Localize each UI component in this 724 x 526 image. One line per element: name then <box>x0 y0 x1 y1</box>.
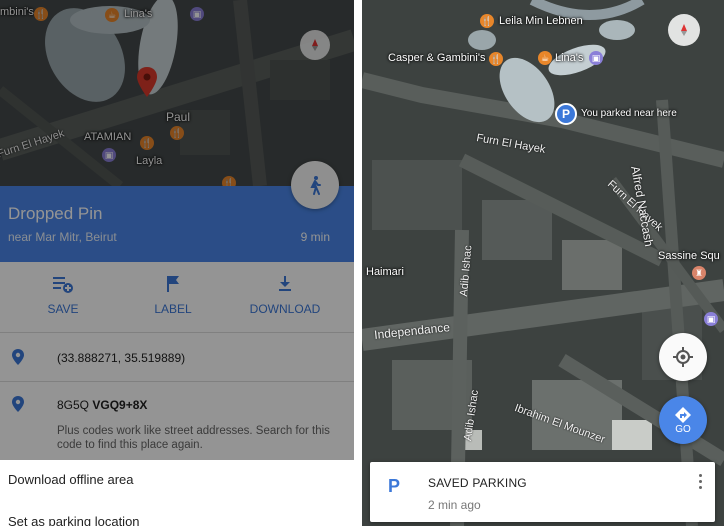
place-details-screen: mbini's 🍴 ☕ Lina's ▣ Paul 🍴 ATAMIAN 🍴 ▣ … <box>0 0 354 526</box>
label-button[interactable]: LABEL <box>128 274 218 316</box>
plus-code-row[interactable]: 8G5Q VGQ9+8X Plus codes work like street… <box>0 382 354 460</box>
landmark-icon[interactable]: ♜ <box>692 266 706 280</box>
parked-near-label: You parked near here <box>581 108 677 119</box>
map-label-casper: Casper & Gambini's <box>388 52 486 64</box>
compass-button[interactable] <box>668 14 700 46</box>
right-satellite-imagery <box>362 0 724 526</box>
parking-map-screen[interactable]: 🍴 Leila Min Lebnen Casper & Gambini's 🍴 … <box>362 0 724 526</box>
save-button[interactable]: SAVE <box>18 274 108 316</box>
coordinates-row[interactable]: (33.888271, 35.519889) <box>0 333 354 381</box>
download-button[interactable]: DOWNLOAD <box>240 274 330 316</box>
crosshair-icon <box>673 347 693 367</box>
left-map-view[interactable]: mbini's 🍴 ☕ Lina's ▣ Paul 🍴 ATAMIAN 🍴 ▣ … <box>0 0 354 186</box>
set-parking-location-option[interactable]: Set as parking location <box>8 514 140 526</box>
cafe-icon[interactable]: ☕ <box>538 51 552 65</box>
parking-icon: P <box>388 476 401 496</box>
map-label-linas: Lina's <box>555 52 584 64</box>
label-label: LABEL <box>154 302 192 316</box>
plus-code-prefix: 8G5Q <box>57 398 93 412</box>
action-bar: SAVE LABEL DOWNLOAD <box>0 262 354 332</box>
go-label: GO <box>675 423 691 435</box>
map-label-layla: Layla <box>136 155 163 167</box>
map-label-sassine: Sassine Squ <box>658 250 720 262</box>
cafe-icon[interactable]: ☕ <box>105 8 119 22</box>
parking-p-icon: P <box>561 107 570 121</box>
download-offline-area-option[interactable]: Download offline area <box>8 472 134 487</box>
restaurant-icon[interactable]: 🍴 <box>489 52 503 66</box>
download-icon <box>279 276 291 291</box>
compass-button[interactable] <box>300 30 330 60</box>
saved-parking-time: 2 min ago <box>428 498 481 512</box>
left-satellite-imagery <box>0 0 354 186</box>
go-button[interactable]: GO <box>659 396 707 444</box>
my-location-button[interactable] <box>659 333 707 381</box>
map-label-atamian: ATAMIAN <box>84 131 132 143</box>
restaurant-icon[interactable]: 🍴 <box>140 136 154 150</box>
saved-parking-title: SAVED PARKING <box>428 476 527 490</box>
compass-icon <box>681 24 687 36</box>
map-label-haimari: Haimari <box>366 266 404 278</box>
shopping-icon[interactable]: ▣ <box>190 7 204 21</box>
shopping-icon[interactable]: ▣ <box>102 148 116 162</box>
restaurant-icon[interactable]: 🍴 <box>170 126 184 140</box>
restaurant-icon[interactable]: 🍴 <box>480 14 494 28</box>
plus-code: 8G5Q VGQ9+8X <box>57 398 147 412</box>
shopping-icon[interactable]: ▣ <box>704 312 718 326</box>
dropped-pin-icon[interactable] <box>136 66 158 98</box>
saved-parking-card[interactable]: P SAVED PARKING 2 min ago <box>370 462 715 522</box>
save-list-icon <box>53 277 73 293</box>
map-label-paul: Paul <box>166 110 191 124</box>
save-label: SAVE <box>47 302 79 316</box>
options-sheet: Download offline area Set as parking loc… <box>0 460 354 526</box>
directions-icon <box>675 406 691 423</box>
location-pin-icon <box>12 349 24 365</box>
map-label-linas: Lina's <box>124 8 153 20</box>
directions-walk-button[interactable] <box>291 161 339 209</box>
restaurant-icon[interactable]: 🍴 <box>34 7 48 21</box>
compass-icon <box>312 39 318 51</box>
coordinates-text: (33.888271, 35.519889) <box>57 351 186 365</box>
plus-code-description: Plus codes work like street addresses. S… <box>57 425 330 451</box>
travel-time: 9 min <box>300 230 330 244</box>
walking-icon <box>310 176 321 195</box>
plus-code-bold: VGQ9+8X <box>92 398 148 412</box>
shopping-icon[interactable]: ▣ <box>589 51 603 65</box>
download-label: DOWNLOAD <box>249 302 321 316</box>
restaurant-icon[interactable]: 🍴 <box>222 176 236 186</box>
location-pin-icon <box>12 396 24 412</box>
flag-icon <box>167 276 179 292</box>
more-options-icon[interactable] <box>699 474 703 492</box>
map-label-casper-partial: mbini's <box>0 6 34 18</box>
map-label-leila: Leila Min Lebnen <box>499 15 583 27</box>
place-title: Dropped Pin <box>8 204 103 223</box>
parking-marker[interactable]: P <box>555 103 577 125</box>
place-subtitle: near Mar Mitr, Beirut <box>8 230 117 244</box>
